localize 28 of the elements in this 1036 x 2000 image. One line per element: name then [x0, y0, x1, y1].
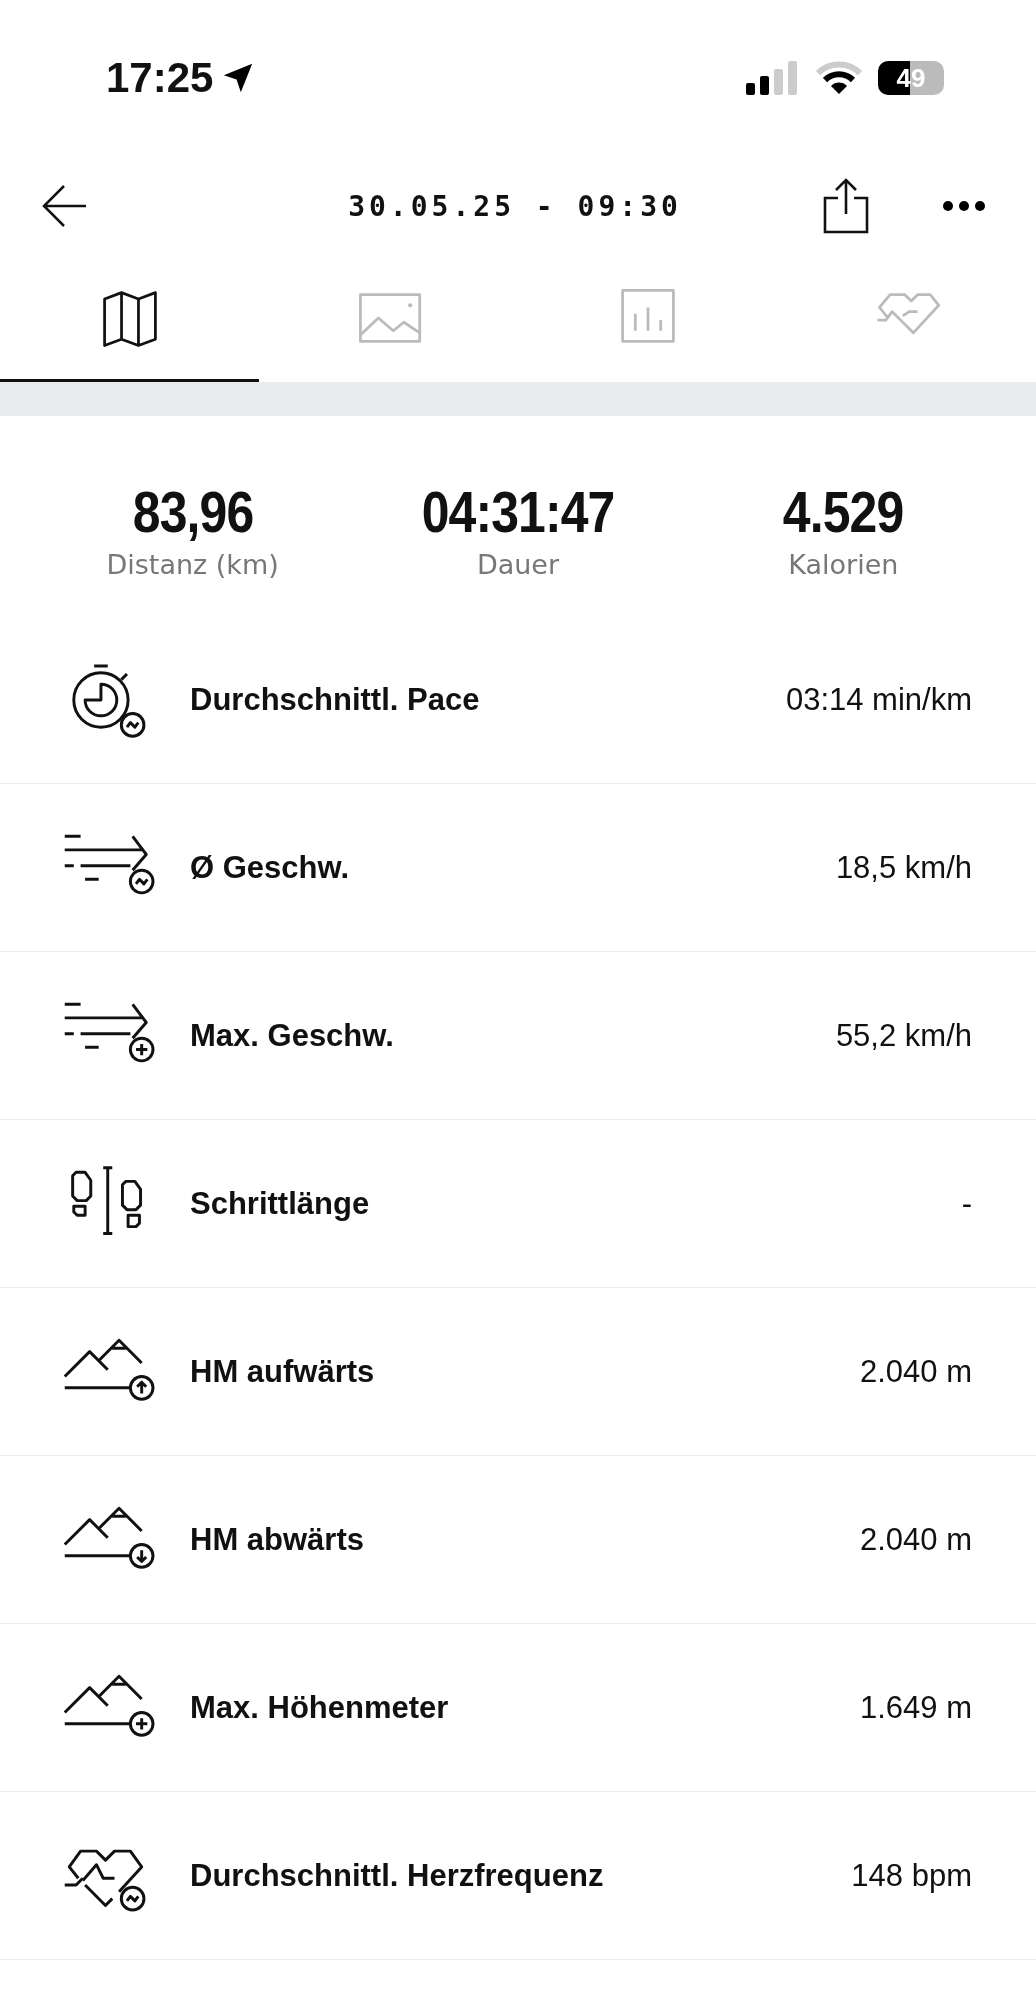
metric-value: 18,5 km/h	[835, 849, 972, 886]
metric-label: Max. Höhenmeter	[190, 1689, 450, 1726]
metric-label: Durchschnittl. Pace	[190, 681, 481, 718]
metric-label: Durchschnittl. Herzfrequenz	[190, 1857, 605, 1894]
metric-value: -	[961, 1185, 972, 1222]
more-icon[interactable]	[942, 200, 986, 212]
metric-value: 55,2 km/h	[835, 1017, 972, 1054]
metric-label: Ø Geschw.	[190, 849, 351, 886]
stat-label: Distanz (km)	[106, 549, 279, 580]
stat-label: Kalorien	[788, 549, 899, 580]
metric-value: 148 bpm	[851, 1857, 972, 1894]
stat-value: 83,96	[132, 478, 253, 545]
metric-value: 03:14 min/km	[785, 681, 972, 718]
wifi-icon	[816, 61, 862, 95]
metric-value: 1.649 m	[860, 1689, 972, 1726]
stat-label: Dauer	[476, 549, 560, 580]
metric-label: HM aufwärts	[190, 1353, 376, 1390]
signal-icon	[746, 61, 800, 95]
metric-label: HM abwärts	[190, 1521, 365, 1558]
metric-value: 2.040 m	[860, 1353, 972, 1390]
stat-value: 4.529	[783, 478, 904, 545]
stat-value: 04:31:47	[421, 478, 615, 545]
share-icon[interactable]	[822, 178, 870, 234]
metric-label: Schrittlänge	[190, 1185, 371, 1222]
metric-value: 2.040 m	[860, 1521, 972, 1558]
metric-label: Max. Geschw.	[190, 1017, 395, 1054]
clock-time: 17:25	[106, 54, 214, 102]
activity-date-title: 30.05.25 - 09:30	[347, 189, 683, 223]
